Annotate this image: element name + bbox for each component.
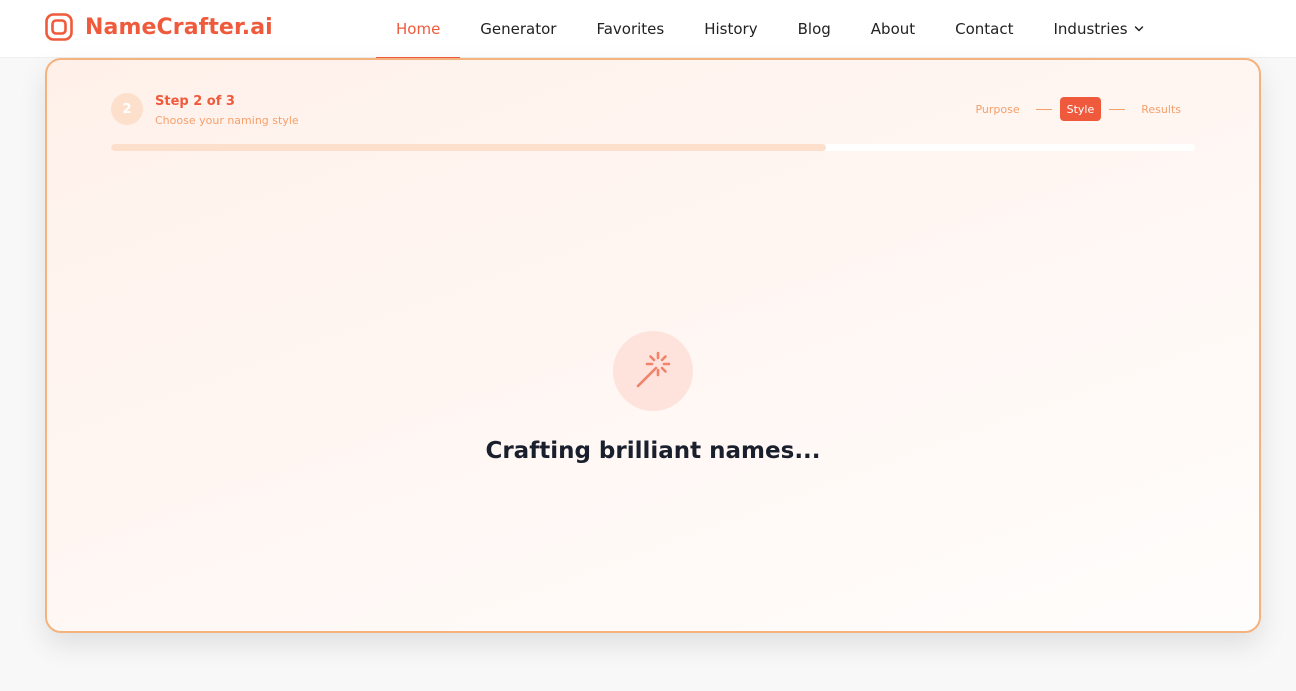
nav-item-blog[interactable]: Blog — [778, 0, 851, 58]
wizard-card: 2 Step 2 of 3 Choose your naming style P… — [45, 58, 1261, 633]
main-nav: Home Generator Favorites History Blog Ab… — [376, 0, 1164, 59]
nav-item-contact[interactable]: Contact — [935, 0, 1033, 58]
nav-item-label: Generator — [480, 20, 557, 38]
loading-icon-circle — [613, 331, 693, 411]
step-divider — [1109, 108, 1126, 110]
nav-item-label: Contact — [955, 20, 1014, 38]
top-navbar: NameCrafter.ai Home Generator Favorites … — [0, 0, 1296, 59]
nav-item-generator[interactable]: Generator — [460, 0, 576, 58]
nav-item-about[interactable]: About — [851, 0, 935, 58]
nav-item-favorites[interactable]: Favorites — [576, 0, 684, 58]
brand-link[interactable]: NameCrafter.ai — [45, 11, 273, 43]
nav-item-history[interactable]: History — [684, 0, 777, 58]
nav-item-label: Favorites — [596, 20, 665, 38]
brand-name: NameCrafter.ai — [85, 14, 273, 40]
magic-wand-icon — [636, 351, 671, 388]
nav-item-label: History — [704, 20, 758, 38]
loading-message: Crafting brilliant names... — [485, 438, 821, 464]
brand-logo-icon — [45, 13, 73, 41]
nav-item-label: Industries — [1053, 20, 1128, 38]
progress-fill — [111, 144, 827, 151]
step-indicator: Purpose Style Results — [967, 97, 1189, 121]
step-title: Step 2 of 3 — [155, 94, 235, 109]
chevron-down-icon — [1134, 26, 1143, 32]
step-purpose: Purpose — [975, 102, 1020, 116]
step-results: Results — [1141, 102, 1181, 116]
nav-item-label: About — [870, 20, 916, 38]
nav-item-industries-dropdown[interactable]: Industries — [1034, 0, 1164, 58]
progress-bar — [111, 144, 1195, 151]
step-subtitle: Choose your naming style — [155, 114, 299, 127]
step-divider — [1035, 108, 1052, 110]
step-style-active: Style — [1059, 97, 1102, 121]
nav-item-home[interactable]: Home — [376, 0, 461, 59]
step-number-badge: 2 — [111, 93, 143, 125]
nav-item-label: Home — [396, 20, 441, 38]
nav-item-label: Blog — [797, 20, 831, 38]
